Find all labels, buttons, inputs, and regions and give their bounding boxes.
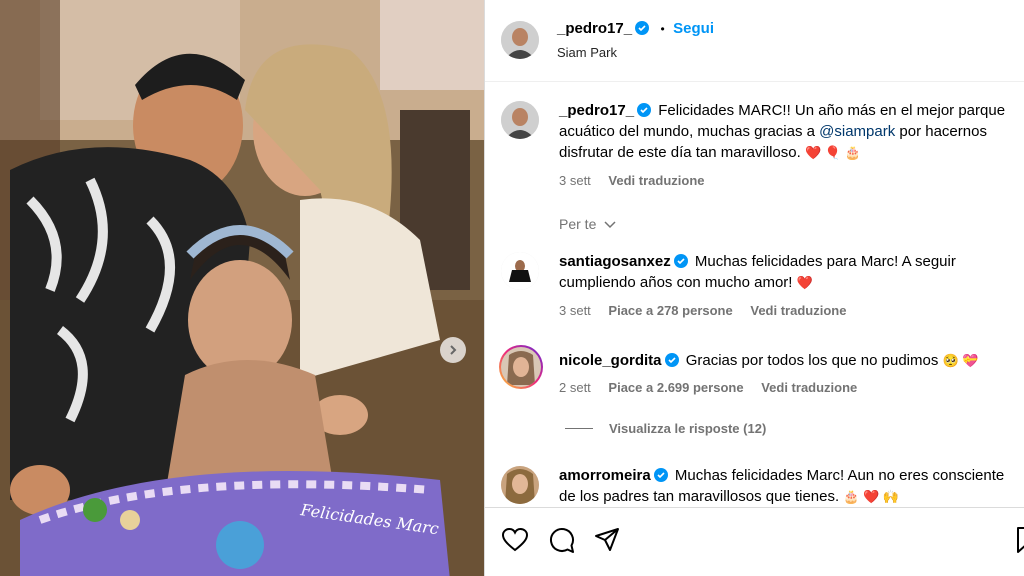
caption-username[interactable]: _pedro17_ <box>559 102 634 119</box>
author-username[interactable]: _pedro17_ <box>557 20 632 37</box>
bookmark-icon[interactable] <box>1013 526 1024 554</box>
comment-icon[interactable] <box>547 526 575 554</box>
comment: nicole_gordita Gracias por todos los que… <box>559 350 1019 395</box>
avatar[interactable] <box>501 101 539 139</box>
view-replies-label: Visualizza le risposte (12) <box>609 421 767 436</box>
comment-username[interactable]: amorromeira <box>559 467 651 484</box>
comment-likes[interactable]: Piace a 278 persone <box>608 303 732 318</box>
comment-username[interactable]: santiagosanxez <box>559 253 671 270</box>
avatar[interactable] <box>501 252 539 290</box>
verified-icon <box>653 468 668 482</box>
for-you-toggle[interactable]: Per te <box>559 216 616 232</box>
chevron-down-icon <box>604 221 616 229</box>
verified-icon <box>635 21 650 35</box>
comment-time[interactable]: 2 sett <box>559 380 591 395</box>
comment-username[interactable]: nicole_gordita <box>559 352 662 369</box>
follow-button[interactable]: Segui <box>673 20 714 37</box>
translate-link[interactable]: Vedi traduzione <box>761 380 857 395</box>
comment-emojis: 🎂 ❤️ 🙌 <box>843 489 900 504</box>
replies-divider <box>565 428 593 429</box>
avatar[interactable] <box>501 466 539 504</box>
caption-time[interactable]: 3 sett <box>559 173 591 188</box>
heart-icon[interactable] <box>501 526 529 554</box>
comment-likes[interactable]: Piace a 2.699 persone <box>608 380 743 395</box>
translate-link[interactable]: Vedi traduzione <box>608 173 704 188</box>
caption-emojis: ❤️ 🎈 🎂 <box>804 145 861 160</box>
view-replies-button[interactable]: Visualizza le risposte (12) <box>565 421 766 436</box>
next-photo-button[interactable] <box>440 337 466 363</box>
verified-icon <box>673 254 688 268</box>
for-you-label: Per te <box>559 216 597 232</box>
verified-icon <box>637 103 652 117</box>
post-location[interactable]: Siam Park <box>557 45 617 60</box>
comment-time[interactable]: 3 sett <box>559 303 591 318</box>
comment: amorromeira Muchas felicidades Marc! Aun… <box>559 465 1019 507</box>
action-bar <box>485 507 1024 576</box>
caption: _pedro17_ Felicidades MARC!! Un año más … <box>559 100 1019 188</box>
avatar-story-ring[interactable] <box>499 345 543 389</box>
photo-illustration: Felicidades Marc <box>0 0 484 576</box>
post-photo[interactable]: Felicidades Marc <box>0 0 484 576</box>
avatar[interactable] <box>501 21 539 59</box>
comment-text: Gracias por todos los que no pudimos <box>685 352 943 369</box>
comment-emojis: 🥺 💝 <box>942 353 979 368</box>
verified-icon <box>664 353 679 367</box>
chevron-right-icon <box>450 345 457 355</box>
mention-link[interactable]: @siampark <box>819 123 895 140</box>
post-panel: _pedro17_ • Segui Siam Park _pedro17_ Fe… <box>484 0 1024 576</box>
comment: santiagosanxez Muchas felicidades para M… <box>559 251 1019 318</box>
share-icon[interactable] <box>593 526 621 554</box>
post-header: _pedro17_ • Segui Siam Park <box>485 0 1024 82</box>
separator-dot: • <box>660 22 665 36</box>
translate-link[interactable]: Vedi traduzione <box>750 303 846 318</box>
comment-emojis: ❤️ <box>796 275 813 290</box>
